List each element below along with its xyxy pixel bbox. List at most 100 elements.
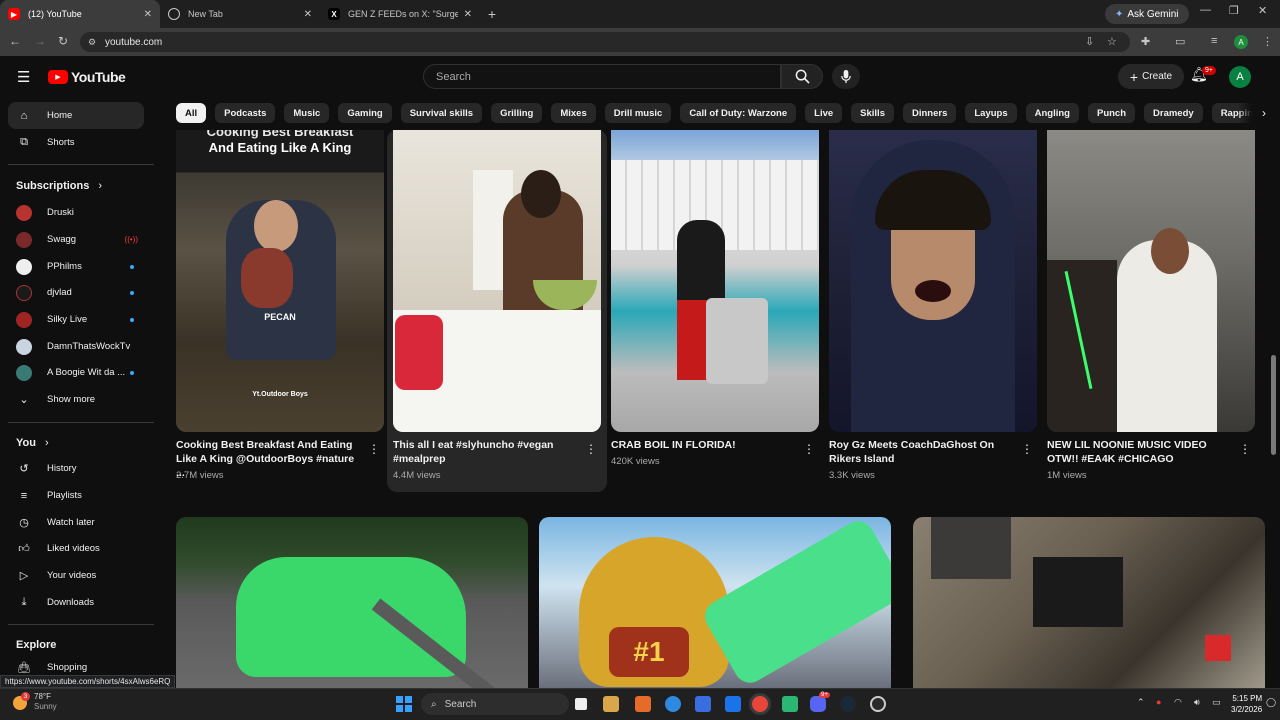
subscription-pphilms[interactable]: PPhilms	[8, 253, 144, 280]
reload-icon[interactable]: ↻	[58, 34, 68, 48]
show-more-button[interactable]: ⌄ Show more	[8, 386, 144, 413]
close-tab-icon[interactable]: ✕	[144, 9, 152, 20]
taskbar-search[interactable]: ⌕ Search	[421, 693, 569, 715]
more-options-icon[interactable]: ⋮	[585, 442, 597, 456]
tab-x-post[interactable]: X GEN Z FEEDs on X: "Surgery ca ✕	[320, 0, 480, 28]
back-arrow-icon[interactable]: ←	[9, 34, 21, 48]
subscription-a-boogie[interactable]: A Boogie Wit da ...	[8, 359, 144, 386]
sidebar-item-shorts[interactable]: ⧉ Shorts	[8, 129, 144, 156]
speaker-icon[interactable]: 🔊︎	[1194, 697, 1200, 708]
split-view-icon[interactable]: ▭	[1175, 35, 1185, 48]
chips-next-button[interactable]: ›	[1238, 103, 1266, 123]
short-title[interactable]: Roy Gz Meets CoachDaGhost On Rikers Isla…	[829, 438, 1009, 466]
chip-grilling[interactable]: Grilling	[491, 103, 543, 123]
chip-layups[interactable]: Layups	[965, 103, 1017, 123]
voice-search-button[interactable]	[832, 64, 860, 89]
taskbar-clock[interactable]: 5:15 PM 3/2/2026	[1231, 693, 1262, 715]
create-button[interactable]: + Create	[1118, 64, 1184, 89]
more-options-icon[interactable]: ⋮	[368, 442, 380, 456]
close-tab-icon[interactable]: ✕	[304, 9, 312, 20]
more-options-icon[interactable]: ⋮	[1239, 442, 1251, 456]
chevron-up-icon[interactable]: ⌃	[1137, 697, 1145, 708]
notifications-icon[interactable]: ◯	[1266, 697, 1276, 708]
new-tab-button[interactable]: +	[480, 2, 504, 26]
sidebar-item-downloads[interactable]: ⤓ Downloads	[8, 589, 144, 616]
page-scrollbar-thumb[interactable]	[1271, 355, 1276, 455]
reading-list-icon[interactable]: ≡	[1211, 35, 1217, 47]
subscription-silky-live[interactable]: Silky Live	[8, 306, 144, 333]
profile-avatar[interactable]: A	[1234, 35, 1248, 49]
short-card[interactable]: CRAB BOIL IN FLORIDA! 420K views ⋮	[611, 130, 819, 467]
weather-widget[interactable]: 78°F Sunny	[14, 692, 57, 712]
extensions-icon[interactable]: ✚	[1141, 35, 1150, 48]
chip-podcasts[interactable]: Podcasts	[215, 103, 276, 123]
windows-start-icon[interactable]	[396, 696, 412, 712]
ask-gemini-button[interactable]: ✦ Ask Gemini	[1105, 4, 1189, 24]
minimize-icon[interactable]: —	[1200, 4, 1211, 16]
short-thumbnail[interactable]	[611, 130, 819, 432]
sidebar-item-your-videos[interactable]: ▷ Your videos	[8, 562, 144, 589]
account-avatar[interactable]: A	[1229, 66, 1251, 88]
chip-all[interactable]: All	[176, 103, 207, 123]
close-tab-icon[interactable]: ✕	[464, 9, 472, 20]
store-icon[interactable]	[635, 696, 651, 712]
outlook-icon[interactable]	[695, 696, 711, 712]
chip-punch[interactable]: Punch	[1087, 103, 1136, 123]
browser-menu-icon[interactable]: ⋮	[1262, 35, 1273, 48]
chip-gaming[interactable]: Gaming	[338, 103, 392, 123]
chip-live[interactable]: Live	[805, 103, 843, 123]
close-window-icon[interactable]: ✕	[1258, 4, 1267, 17]
bookmark-star-icon[interactable]: ☆	[1107, 35, 1117, 48]
video-thumbnail[interactable]	[176, 517, 528, 689]
subscription-damnthatswocktv[interactable]: DamnThatsWockTv	[8, 333, 144, 360]
tab-youtube[interactable]: ▶ (12) YouTube ✕	[0, 0, 160, 28]
short-title[interactable]: CRAB BOIL IN FLORIDA!	[611, 438, 791, 452]
chip-dinners[interactable]: Dinners	[902, 103, 957, 123]
search-button[interactable]	[781, 64, 823, 89]
restore-icon[interactable]: ❐	[1229, 4, 1239, 17]
task-view-icon[interactable]	[575, 698, 587, 710]
chip-call-of-duty-warzone[interactable]: Call of Duty: Warzone	[680, 103, 797, 123]
video-thumbnail[interactable]	[913, 517, 1265, 689]
install-app-icon[interactable]: ⇩	[1085, 35, 1094, 48]
chip-mixes[interactable]: Mixes	[551, 103, 596, 123]
hamburger-menu-icon[interactable]: ☰	[17, 68, 30, 86]
video-thumbnail[interactable]: #1	[539, 517, 891, 689]
short-thumbnail[interactable]	[1047, 130, 1255, 432]
file-explorer-icon[interactable]	[603, 696, 619, 712]
short-thumbnail[interactable]	[393, 130, 601, 432]
subscriptions-heading[interactable]: Subscriptions ›	[16, 180, 102, 192]
chip-skills[interactable]: Skills	[851, 103, 894, 123]
short-card[interactable]: Roy Gz Meets CoachDaGhost On Rikers Isla…	[829, 130, 1037, 481]
more-options-icon[interactable]: ⋮	[803, 442, 815, 456]
sidebar-item-history[interactable]: ↺ History	[8, 455, 144, 482]
chip-angling[interactable]: Angling	[1025, 103, 1079, 123]
app-tray-icon[interactable]: ●	[1156, 697, 1161, 707]
sidebar-item-liked-videos[interactable]: 👍︎ Liked videos	[8, 535, 144, 562]
chip-music[interactable]: Music	[284, 103, 330, 123]
sidebar-item-home[interactable]: ⌂ Home	[8, 102, 144, 129]
short-thumbnail[interactable]: Cooking Best Breakfast And Eating Like A…	[176, 130, 384, 432]
tab-new-tab[interactable]: New Tab ✕	[160, 0, 320, 28]
chip-drill-music[interactable]: Drill music	[604, 103, 672, 123]
app-icon[interactable]	[782, 696, 798, 712]
you-heading[interactable]: You ›	[16, 437, 49, 449]
short-title[interactable]: This all I eat #slyhuncho #vegan #mealpr…	[393, 438, 573, 466]
chip-dramedy[interactable]: Dramedy	[1144, 103, 1203, 123]
short-card[interactable]: Cooking Best Breakfast And Eating Like A…	[176, 130, 384, 481]
discord-icon[interactable]	[810, 696, 826, 712]
short-card[interactable]: NEW LIL NOONIE MUSIC VIDEO OTW!! #EA4K #…	[1047, 130, 1255, 481]
search-input[interactable]: Search	[423, 64, 781, 89]
sidebar-item-playlists[interactable]: ≡ Playlists	[8, 482, 144, 509]
short-title[interactable]: NEW LIL NOONIE MUSIC VIDEO OTW!! #EA4K #…	[1047, 438, 1227, 466]
battery-icon[interactable]: ▭	[1212, 697, 1221, 708]
short-card[interactable]: This all I eat #slyhuncho #vegan #mealpr…	[393, 130, 601, 481]
steam-icon[interactable]	[840, 696, 856, 712]
chip-survival-skills[interactable]: Survival skills	[400, 103, 483, 123]
short-thumbnail[interactable]	[829, 130, 1037, 432]
photos-icon[interactable]	[725, 696, 741, 712]
youtube-logo[interactable]: ▶ YouTube	[48, 69, 126, 85]
site-info-icon[interactable]: ⚙	[88, 37, 96, 48]
subscription-djvlad[interactable]: djvlad	[8, 279, 144, 306]
wifi-icon[interactable]: ◠	[1174, 697, 1182, 708]
